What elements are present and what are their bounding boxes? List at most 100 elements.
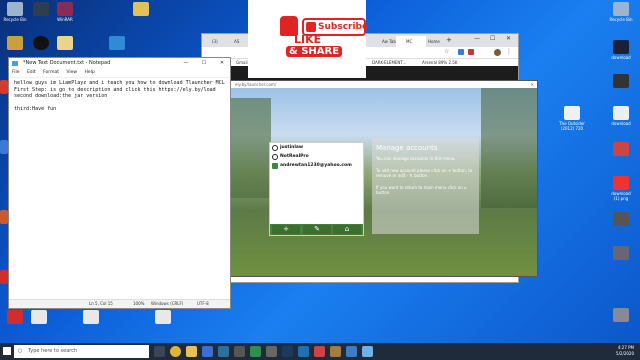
- app-icon[interactable]: [330, 346, 341, 357]
- minimize-icon[interactable]: —: [178, 58, 194, 69]
- image-icon: [613, 40, 629, 54]
- taskbar-clock[interactable]: 4:27 PM 5/2/2020: [616, 345, 634, 357]
- user-icon: [272, 153, 278, 160]
- windows-start-icon[interactable]: [3, 347, 11, 355]
- store-icon[interactable]: [202, 346, 213, 357]
- manage-title: Manage accounts: [376, 144, 438, 152]
- notepad-status-bar: Ln 5, Col 15 100% Windows (CRLF) UTF-8: [9, 299, 230, 308]
- desktop-icon-recycle-bin[interactable]: Recycle Bin: [2, 2, 28, 22]
- desktop-icon-r6[interactable]: [608, 142, 634, 157]
- app-icon: [0, 80, 8, 94]
- notepad-window: *New Text Document.txt - Notepad — ☐ ✕ F…: [8, 57, 231, 309]
- menu-help[interactable]: Help: [85, 70, 95, 75]
- desktop-icon-r8[interactable]: [608, 212, 634, 227]
- home-button[interactable]: ⌂: [333, 225, 361, 234]
- minimize-icon[interactable]: —: [474, 35, 480, 42]
- account-item[interactable]: justinlaw: [270, 143, 363, 152]
- notepad-text-area[interactable]: hellow guys im LiamPlayz and i teach you…: [9, 78, 230, 115]
- app-icon: [0, 210, 8, 224]
- desktop-icon-10[interactable]: [0, 270, 8, 285]
- menu-edit[interactable]: Edit: [27, 70, 36, 75]
- account-item[interactable]: andrewtan1230@yahoo.com: [270, 161, 363, 170]
- desktop-icon-2[interactable]: [28, 2, 54, 17]
- manage-text-2: To add new account please click on + but…: [376, 167, 473, 179]
- search-icon: ○: [18, 348, 23, 354]
- new-tab-icon[interactable]: +: [446, 36, 452, 44]
- app-icon: [33, 36, 49, 50]
- desktop-icon-9[interactable]: [0, 210, 8, 225]
- app-icon[interactable]: [218, 346, 229, 357]
- desktop-icon-5[interactable]: [52, 36, 78, 51]
- winrar-icon: [57, 2, 73, 16]
- launcher-window: ely.by/launcher.com/ ✕ justinlaw NotReal…: [230, 80, 538, 277]
- status-encoding: UTF-8: [197, 301, 209, 306]
- star-icon[interactable]: ☆: [444, 48, 449, 55]
- account-item[interactable]: NotRealPro: [270, 152, 363, 161]
- tree: [481, 88, 537, 208]
- chrome-icon[interactable]: [170, 346, 181, 357]
- extension-icon[interactable]: [468, 49, 474, 55]
- desktop-icon-winrar[interactable]: WinRAR: [52, 2, 78, 22]
- close-icon[interactable]: ✕: [531, 81, 534, 88]
- task-view-icon[interactable]: [154, 346, 165, 357]
- desktop-icon-6[interactable]: [104, 36, 130, 51]
- image-icon: [613, 142, 629, 156]
- launcher-title-bar: ely.by/launcher.com/ ✕: [231, 81, 537, 88]
- menu-view[interactable]: View: [66, 70, 77, 75]
- app-icon[interactable]: [234, 346, 245, 357]
- app-icon[interactable]: [314, 346, 325, 357]
- menu-format[interactable]: Format: [43, 70, 59, 75]
- status-eol: Windows (CRLF): [151, 301, 184, 306]
- desktop-icon-r10[interactable]: [608, 308, 634, 323]
- taskbar-search-input[interactable]: ○ Type here to search: [14, 345, 149, 358]
- add-account-button[interactable]: +: [272, 225, 300, 234]
- file-explorer-icon[interactable]: [186, 346, 197, 357]
- manage-text-3: If you want to return to main menu click…: [376, 184, 467, 196]
- launcher-url: ely.by/launcher.com/: [235, 82, 277, 87]
- photoshop-icon[interactable]: [282, 346, 293, 357]
- manage-text-1: You can manage accounts in this menu.: [376, 156, 456, 161]
- desktop-icon-8[interactable]: [0, 140, 8, 155]
- desktop-icon-download-2[interactable]: download (1).png: [608, 176, 634, 201]
- close-icon[interactable]: ✕: [214, 58, 230, 69]
- file-icon: [564, 106, 580, 120]
- desktop-icon-4[interactable]: [28, 36, 54, 51]
- maximize-icon[interactable]: ☐: [490, 35, 495, 42]
- desktop-icon-bottom-2[interactable]: [26, 310, 52, 325]
- desktop-icon-bottom-4[interactable]: [150, 310, 176, 325]
- menu-file[interactable]: File: [12, 70, 20, 75]
- notepad-menu-bar: File Edit Format View Help: [9, 69, 230, 78]
- desktop-icon-recycle-right[interactable]: Recycle Bin: [608, 2, 634, 22]
- menu-icon[interactable]: ⋮: [506, 48, 512, 55]
- avatar[interactable]: [494, 48, 501, 56]
- desktop-icon-r9[interactable]: [608, 246, 634, 261]
- desktop-icon-bottom-1[interactable]: [2, 310, 28, 325]
- file-icon: [155, 310, 171, 324]
- app-icon[interactable]: [298, 346, 309, 357]
- image-icon: [613, 246, 629, 260]
- app-icon: [33, 2, 49, 16]
- extension-icon[interactable]: [458, 49, 464, 55]
- desktop-icon-r5[interactable]: download: [608, 106, 634, 126]
- close-icon[interactable]: ✕: [506, 35, 511, 42]
- desktop-icon-download-1[interactable]: download: [608, 40, 634, 60]
- app-icon[interactable]: [266, 346, 277, 357]
- desktop-icon-r3[interactable]: [608, 74, 634, 89]
- image-icon: [613, 106, 629, 120]
- desktop-icon-3[interactable]: [2, 36, 28, 51]
- status-zoom: 100%: [133, 301, 145, 306]
- edit-account-button[interactable]: ✎: [303, 225, 331, 234]
- app-icon[interactable]: [250, 346, 261, 357]
- tree: [231, 98, 271, 198]
- notepad-taskbar-icon[interactable]: [362, 346, 373, 357]
- app-icon[interactable]: [346, 346, 357, 357]
- image-icon: [613, 74, 629, 88]
- desktop-icon-folder-top[interactable]: [128, 2, 154, 17]
- desktop-icon-outsider[interactable]: The Outsider (2012) 720: [557, 106, 587, 131]
- maximize-icon[interactable]: ☐: [196, 58, 212, 69]
- app-icon: [109, 36, 125, 50]
- image-icon: [613, 212, 629, 226]
- app-icon: [7, 310, 23, 324]
- desktop-icon-bottom-3[interactable]: [78, 310, 104, 325]
- desktop-icon-7[interactable]: [0, 80, 8, 95]
